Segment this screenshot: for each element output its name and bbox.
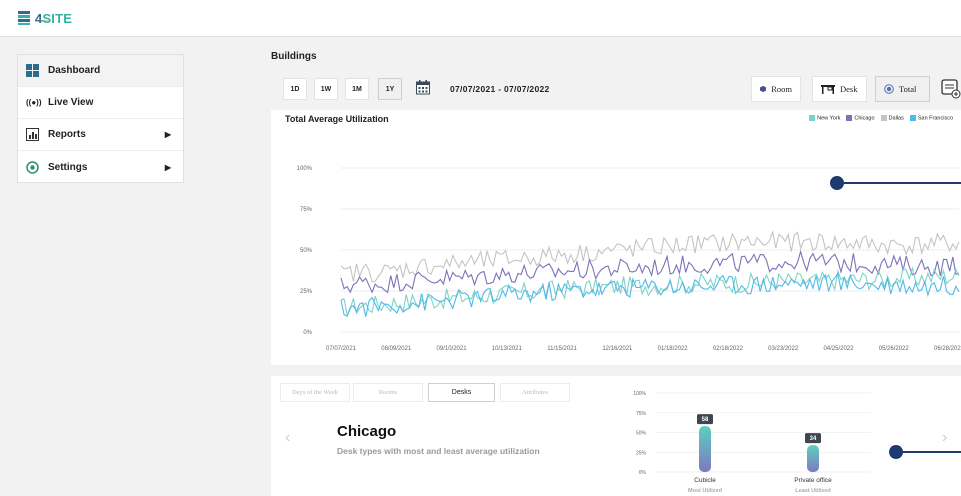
range-1d-button[interactable]: 1D — [283, 78, 307, 100]
tab-attributes[interactable]: Attributes — [500, 383, 570, 402]
bar[interactable] — [699, 426, 711, 472]
caret-right-icon: ▶ — [164, 130, 171, 139]
chevron-right-icon[interactable]: › — [942, 429, 947, 447]
settings-gear-icon — [26, 160, 42, 174]
sidebar-item-reports[interactable]: Reports ▶ — [18, 119, 183, 151]
building-logo-icon — [18, 11, 30, 25]
x-tick-label: 10/13/2021 — [492, 346, 523, 352]
x-tick-label: 01/18/2022 — [658, 346, 689, 352]
range-1w-button[interactable]: 1W — [314, 78, 338, 100]
range-1y-button[interactable]: 1Y — [378, 78, 402, 100]
tab-days-of-week[interactable]: Days of the Week — [280, 383, 350, 402]
x-tick-label: 04/25/2022 — [823, 346, 854, 352]
bar-value-label: 34 — [810, 436, 817, 442]
x-tick-label: 03/23/2022 — [768, 346, 799, 352]
utilization-chart-card: Total Average Utilization New York Chica… — [271, 110, 961, 365]
series-line-dallas — [340, 229, 960, 283]
toolbar: 1D 1W 1M 1Y 07/07/2021 - 07/07/2022 Room… — [271, 68, 961, 108]
city-subtitle: Desk types with most and least average u… — [337, 446, 540, 456]
logo-subtext: system — [38, 18, 51, 23]
line-chart: 100% 75% 50% 25% 0% 07/07/2021 08/09/2021 09/10… — [297, 166, 961, 352]
desk-utilization-card: Days of the Week Rooms Desks Attributes … — [271, 376, 961, 496]
view-total-label: Total — [899, 84, 917, 94]
radio-selected-icon — [884, 84, 894, 94]
x-tick-label: 08/09/2021 — [381, 346, 412, 352]
tab-rooms[interactable]: Rooms — [353, 383, 423, 402]
sidebar: Dashboard ((●)) Live View Reports ▶ Sett… — [17, 54, 184, 183]
series-line-chicago — [340, 249, 960, 294]
bar-chart: 100% 75% 50% 25% 0% 58 Cubicle Most Utilized 34 P… — [633, 391, 871, 494]
view-room-label: Room — [771, 84, 792, 94]
y-tick-label: 0% — [303, 330, 312, 336]
chevron-left-icon[interactable]: ‹ — [285, 429, 290, 447]
reports-chart-icon — [26, 128, 42, 141]
y-tick-label: 75% — [300, 207, 313, 213]
sidebar-item-dashboard[interactable]: Dashboard — [18, 55, 183, 87]
live-signal-icon: ((●)) — [26, 98, 42, 107]
range-1m-button[interactable]: 1M — [345, 78, 369, 100]
bar-value-label: 58 — [702, 417, 709, 423]
category-label: Private office — [794, 477, 832, 484]
category-label: Cubicle — [694, 477, 716, 484]
desk-icon — [821, 85, 835, 94]
sidebar-item-label: Reports — [48, 129, 86, 140]
dashboard-grid-icon — [26, 64, 42, 77]
calendar-icon[interactable] — [416, 80, 430, 100]
x-tick-label: 02/18/2022 — [713, 346, 744, 352]
room-cube-icon — [760, 85, 767, 93]
sidebar-item-live-view[interactable]: ((●)) Live View — [18, 87, 183, 119]
series-line-new-york — [340, 266, 960, 318]
x-tick-label: 07/07/2021 — [326, 346, 357, 352]
export-report-icon[interactable] — [941, 79, 961, 104]
view-room-button[interactable]: Room — [751, 76, 801, 102]
category-sublabel: Most Utilized — [688, 488, 722, 494]
caret-right-icon: ▶ — [164, 162, 171, 172]
sidebar-item-label: Settings — [48, 161, 88, 173]
y-tick-label: 0% — [639, 470, 647, 476]
tab-desks[interactable]: Desks — [428, 383, 495, 402]
y-tick-label: 100% — [297, 166, 313, 172]
sidebar-item-label: Dashboard — [48, 65, 101, 76]
y-tick-label: 50% — [300, 248, 313, 254]
view-desk-button[interactable]: Desk — [812, 76, 867, 102]
top-bar: 4SITE system — [0, 0, 961, 37]
bar[interactable] — [807, 445, 819, 472]
x-tick-label: 09/10/2021 — [437, 346, 468, 352]
city-name: Chicago — [337, 423, 397, 440]
view-desk-label: Desk — [840, 84, 858, 94]
y-tick-label: 75% — [636, 411, 647, 417]
date-range-text[interactable]: 07/07/2021 - 07/07/2022 — [450, 84, 550, 94]
sidebar-item-label: Live View — [48, 97, 94, 108]
y-tick-label: 25% — [636, 450, 647, 456]
y-tick-label: 50% — [636, 431, 647, 437]
category-sublabel: Least Utilized — [795, 488, 830, 494]
sidebar-item-settings[interactable]: Settings ▶ — [18, 151, 183, 183]
x-tick-label: 06/28/2022 — [934, 346, 961, 352]
section-title: Buildings — [271, 51, 317, 62]
view-total-button[interactable]: Total — [875, 76, 930, 102]
y-tick-label: 25% — [300, 289, 313, 295]
x-tick-label: 12/16/2021 — [602, 346, 633, 352]
x-tick-label: 11/15/2021 — [547, 346, 577, 352]
y-tick-label: 100% — [633, 391, 646, 397]
x-tick-label: 05/26/2022 — [879, 346, 910, 352]
